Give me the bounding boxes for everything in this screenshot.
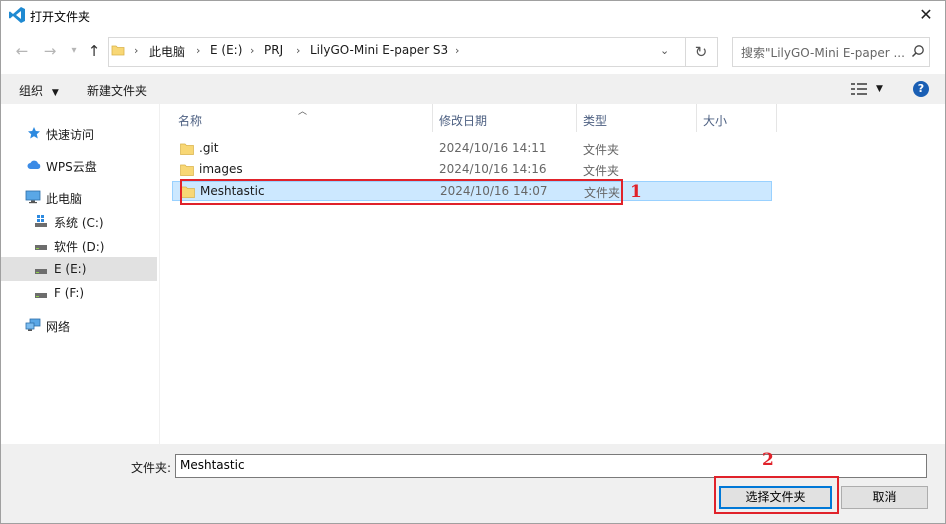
- pane-divider[interactable]: [159, 104, 160, 444]
- sidebar-label: 软件 (D:): [54, 240, 105, 254]
- back-arrow-icon[interactable]: ←: [12, 40, 32, 62]
- close-icon[interactable]: ✕: [916, 5, 936, 25]
- file-date: 2024/10/16 14:11: [439, 141, 547, 155]
- new-folder-button[interactable]: 新建文件夹: [87, 82, 147, 99]
- column-header-date[interactable]: 修改日期: [439, 112, 487, 129]
- file-row-images[interactable]: images 2024/10/16 14:16 文件夹: [172, 160, 772, 180]
- title-bar: [1, 1, 945, 31]
- file-name: .git: [199, 141, 219, 155]
- column-header-type[interactable]: 类型: [583, 112, 607, 129]
- sidebar-item-drive-f[interactable]: F (F:): [1, 281, 157, 305]
- breadcrumb-drive-e[interactable]: E (E:): [210, 43, 242, 57]
- sidebar-item-quick-access[interactable]: 快速访问: [1, 121, 157, 145]
- file-date: 2024/10/16 14:16: [439, 162, 547, 176]
- drive-icon: [35, 245, 47, 250]
- breadcrumb-separator-icon: ›: [134, 44, 139, 57]
- sidebar-label: 此电脑: [46, 192, 83, 206]
- recent-locations-chevron-icon[interactable]: ▾: [64, 40, 84, 62]
- window-title: 打开文件夹: [30, 10, 91, 24]
- folder-icon: [111, 45, 125, 56]
- view-dropdown-icon[interactable]: ▼: [876, 84, 883, 94]
- column-header-name[interactable]: 名称: [178, 112, 202, 129]
- breadcrumb-separator-icon: ›: [250, 44, 255, 57]
- drive-icon: [35, 269, 47, 274]
- sidebar-item-drive-c[interactable]: 系统 (C:): [1, 209, 157, 233]
- breadcrumb-this-pc[interactable]: 此电脑: [149, 43, 185, 60]
- folder-name-value: Meshtastic: [180, 458, 245, 472]
- column-divider[interactable]: [432, 104, 433, 132]
- organize-menu[interactable]: 组织 ▼: [19, 82, 59, 99]
- sort-ascending-icon: ︿: [298, 107, 308, 117]
- sidebar-label: 系统 (C:): [54, 216, 104, 230]
- file-type: 文件夹: [583, 143, 620, 157]
- folder-field-label: 文件夹:: [131, 461, 172, 475]
- folder-name-input[interactable]: [175, 454, 927, 478]
- network-icon: [25, 318, 41, 331]
- address-dropdown-icon[interactable]: ⌄: [660, 44, 669, 57]
- file-type: 文件夹: [583, 164, 620, 178]
- folder-icon: [180, 164, 194, 176]
- cloud-icon: [27, 160, 41, 169]
- sidebar-item-drive-e[interactable]: E (E:): [1, 257, 157, 281]
- annotation-step-number: 1: [630, 182, 642, 202]
- annotation-step-number: 2: [762, 450, 774, 470]
- view-options-icon[interactable]: [851, 83, 867, 95]
- column-divider[interactable]: [696, 104, 697, 132]
- breadcrumb-separator-icon: ›: [296, 44, 301, 57]
- drive-icon: [35, 293, 47, 298]
- chevron-down-icon: ▼: [51, 88, 59, 98]
- column-divider[interactable]: [776, 104, 777, 132]
- sidebar-label: F (F:): [54, 286, 85, 300]
- breadcrumb-lilygo[interactable]: LilyGO-Mini E-paper S3: [310, 43, 448, 57]
- help-icon[interactable]: ?: [913, 81, 929, 97]
- sidebar-label: WPS云盘: [46, 160, 97, 174]
- sidebar-item-this-pc[interactable]: 此电脑: [1, 185, 157, 209]
- folder-icon: [180, 143, 194, 155]
- annotation-highlight-box: [714, 476, 839, 514]
- sidebar-item-network[interactable]: 网络: [1, 313, 157, 337]
- cancel-button[interactable]: 取消: [841, 486, 928, 509]
- search-icon[interactable]: [911, 44, 925, 58]
- file-name: images: [199, 162, 243, 176]
- search-placeholder: 搜索"LilyGO-Mini E-paper ...: [741, 46, 905, 60]
- breadcrumb-prj[interactable]: PRJ: [264, 43, 283, 57]
- sidebar-label: E (E:): [54, 262, 87, 276]
- windows-drive-icon: [35, 215, 47, 227]
- sidebar-label: 快速访问: [46, 128, 95, 142]
- organize-label: 组织: [19, 84, 44, 98]
- sidebar-item-wps-cloud[interactable]: WPS云盘: [1, 153, 157, 177]
- sidebar-label: 网络: [46, 320, 71, 334]
- refresh-button[interactable]: ↻: [685, 37, 718, 67]
- sidebar-item-drive-d[interactable]: 软件 (D:): [1, 233, 157, 257]
- column-divider[interactable]: [576, 104, 577, 132]
- vscode-app-icon: [9, 7, 25, 23]
- forward-arrow-icon[interactable]: →: [40, 40, 60, 62]
- computer-icon: [25, 190, 41, 204]
- star-icon: [28, 127, 40, 139]
- breadcrumb-separator-icon: ›: [196, 44, 201, 57]
- up-arrow-icon[interactable]: ↑: [84, 40, 104, 62]
- breadcrumb-separator-icon: ›: [455, 44, 460, 57]
- annotation-highlight-box: [180, 179, 623, 205]
- file-row-git[interactable]: .git 2024/10/16 14:11 文件夹: [172, 139, 772, 159]
- column-header-size[interactable]: 大小: [703, 112, 727, 129]
